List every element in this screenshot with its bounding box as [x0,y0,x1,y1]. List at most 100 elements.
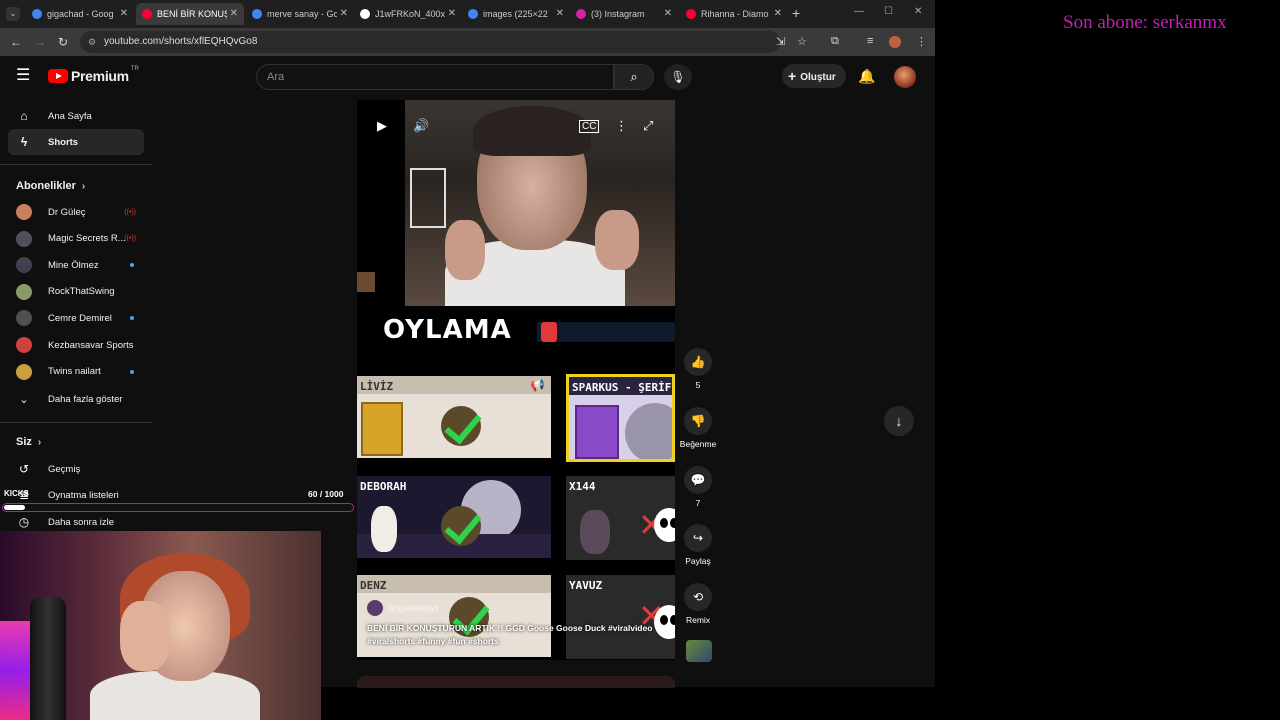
streamer-webcam [0,531,321,720]
subscription-item[interactable]: Kezbansavar Sports [8,332,144,358]
menu-icon[interactable]: ☰ [16,68,32,84]
search-icon[interactable]: ⌕ [614,64,654,90]
like-button[interactable]: 👍 5 [684,348,712,390]
url-field[interactable]: ⚙ youtube.com/shorts/xflEQHQvGo8 [80,31,780,53]
subscription-item[interactable]: Magic Secrets R... ((•)) [8,226,144,252]
browser-tab[interactable]: (3) Instagram ✕ [570,3,678,25]
fullscreen-icon[interactable]: ⤢ [643,118,653,134]
sidebar-item-history[interactable]: ↺ Geçmiş [8,456,144,482]
subscription-item[interactable]: Dr Güleç ((•)) [8,199,144,225]
subscription-item[interactable]: RockThatSwing [8,279,144,305]
next-short-preview[interactable] [357,676,675,688]
sidebar-item-label: Geçmiş [48,463,81,475]
new-tab-button[interactable]: + [792,5,800,21]
comments-button[interactable]: 💬 7 [684,466,712,508]
sidebar-item-shorts[interactable]: ϟ Shorts [8,129,144,155]
moon-shape [625,403,672,459]
close-window-button[interactable]: ✕ [914,6,922,17]
subscription-item[interactable]: Mine Ölmez [8,252,144,278]
minimize-button[interactable]: — [854,6,864,17]
tab-close-icon[interactable]: ✕ [340,8,348,19]
checkmark-icon [441,406,481,446]
channel-avatar [16,310,32,327]
tab-close-icon[interactable]: ✕ [556,8,564,19]
tab-close-icon[interactable]: ✕ [230,8,238,19]
tab-label: Rihanna - Diamo [701,9,769,19]
vote-timer-bar [537,322,675,342]
new-content-dot [130,263,134,268]
forward-icon[interactable]: → [34,35,46,49]
tab-search-button[interactable]: ⌄ [6,7,20,21]
maximize-button[interactable]: ☐ [884,6,893,17]
search-input[interactable]: Ara [256,64,614,90]
channel-handle: @sparkusyt [387,603,439,613]
subscription-label: RockThatSwing [48,286,115,298]
checkmark-icon [441,506,481,546]
streamer-hand [445,220,485,280]
browser-tab[interactable]: J1wFRKoN_400x4 ✕ [354,3,462,25]
card-name: YAVUZ [569,579,603,592]
tab-close-icon[interactable]: ✕ [774,8,782,19]
channel-link[interactable]: @sparkusyt [367,600,438,616]
next-short-button[interactable]: ↓ [884,406,914,436]
comment-icon: 💬 [684,466,712,494]
tab-close-icon[interactable]: ✕ [120,8,128,19]
tab-favicon-icon [252,9,262,19]
last-subscriber-text: Son abone: serkanmx [1063,12,1227,33]
back-icon[interactable]: ← [10,35,22,49]
player-card: LİVİZ 📢 [357,376,551,458]
sound-thumbnail[interactable] [686,640,712,662]
chevron-right-icon: › [81,181,86,192]
like-count: 5 [695,380,701,390]
browser-tab[interactable]: images (225×22 ✕ [462,3,570,25]
create-button[interactable]: + Oluştur [782,64,846,88]
play-icon[interactable]: ▶ [377,118,387,134]
microphone-icon[interactable]: 🎙 [664,64,692,90]
subscription-item[interactable]: Twins nailart [8,359,144,385]
shorts-player[interactable]: ▶ 🔊 CC ⋮ ⤢ OYLAMA LİVİZ 📢 SPARKUS - ŞERİ… [357,100,675,660]
youtube-premium-logo[interactable]: Premium TR [48,66,139,84]
browser-tab[interactable]: Rihanna - Diamo ✕ [680,3,788,25]
tab-favicon-icon [360,9,370,19]
subscriptions-heading[interactable]: Abonelikler › [16,180,85,192]
kicks-count: 60 / 1000 [308,489,344,499]
subscription-label: Magic Secrets R... [48,233,126,245]
tab-close-icon[interactable]: ✕ [664,8,672,19]
kicks-label: KICKS [4,489,29,498]
install-icon[interactable]: ⇲ [776,35,785,48]
subscription-item[interactable]: Cemre Demirel [8,305,144,331]
sidebar-item-home[interactable]: ⌂ Ana Sayfa [8,103,144,129]
subscription-label: Dr Güleç [48,206,86,218]
short-title[interactable]: BENİ BİR KONUŞTURUN ARTIK !! GGD Goose G… [367,622,667,648]
show-more-label: Daha fazla göster [48,393,123,405]
profile-icon[interactable] [889,36,901,48]
captions-icon[interactable]: CC [579,120,600,133]
dislike-button[interactable]: 👎 Beğenme [680,407,716,449]
thumbs-up-icon: 👍 [684,348,712,376]
subscription-label: Cemre Demirel [48,312,112,324]
clock-icon: ◷ [18,515,30,529]
browser-tab[interactable]: BENİ BİR KONUŞ ✕ [136,3,244,25]
browser-tab[interactable]: gigachad - Goog ✕ [26,3,134,25]
notifications-bell-icon[interactable]: 🔔 [858,68,875,85]
home-icon: ⌂ [20,109,28,123]
browser-tab[interactable]: merve sanay - Go ✕ [246,3,354,25]
extensions-icon[interactable]: ⧉ [831,35,839,48]
show-more-button[interactable]: ⌄ Daha fazla göster [8,386,144,412]
volume-icon[interactable]: 🔊 [413,118,429,134]
browser-menu-icon[interactable]: ⋮ [916,35,927,48]
reload-icon[interactable]: ↻ [58,35,68,49]
card-name: LİVİZ [360,380,394,393]
create-label: Oluştur [800,72,836,83]
remix-button[interactable]: ⟲ Remix [684,583,712,625]
more-options-icon[interactable]: ⋮ [615,118,628,134]
share-button[interactable]: ↪ Paylaş [684,524,712,566]
site-info-icon[interactable]: ⚙ [88,31,96,53]
tab-close-icon[interactable]: ✕ [448,8,456,19]
goose-figure [580,510,610,554]
you-heading[interactable]: Siz › [16,436,41,448]
media-icon[interactable]: ≡ [867,35,873,47]
avatar[interactable] [894,66,916,88]
bookmark-star-icon[interactable]: ☆ [797,35,807,48]
card-name: DEBORAH [360,480,407,493]
